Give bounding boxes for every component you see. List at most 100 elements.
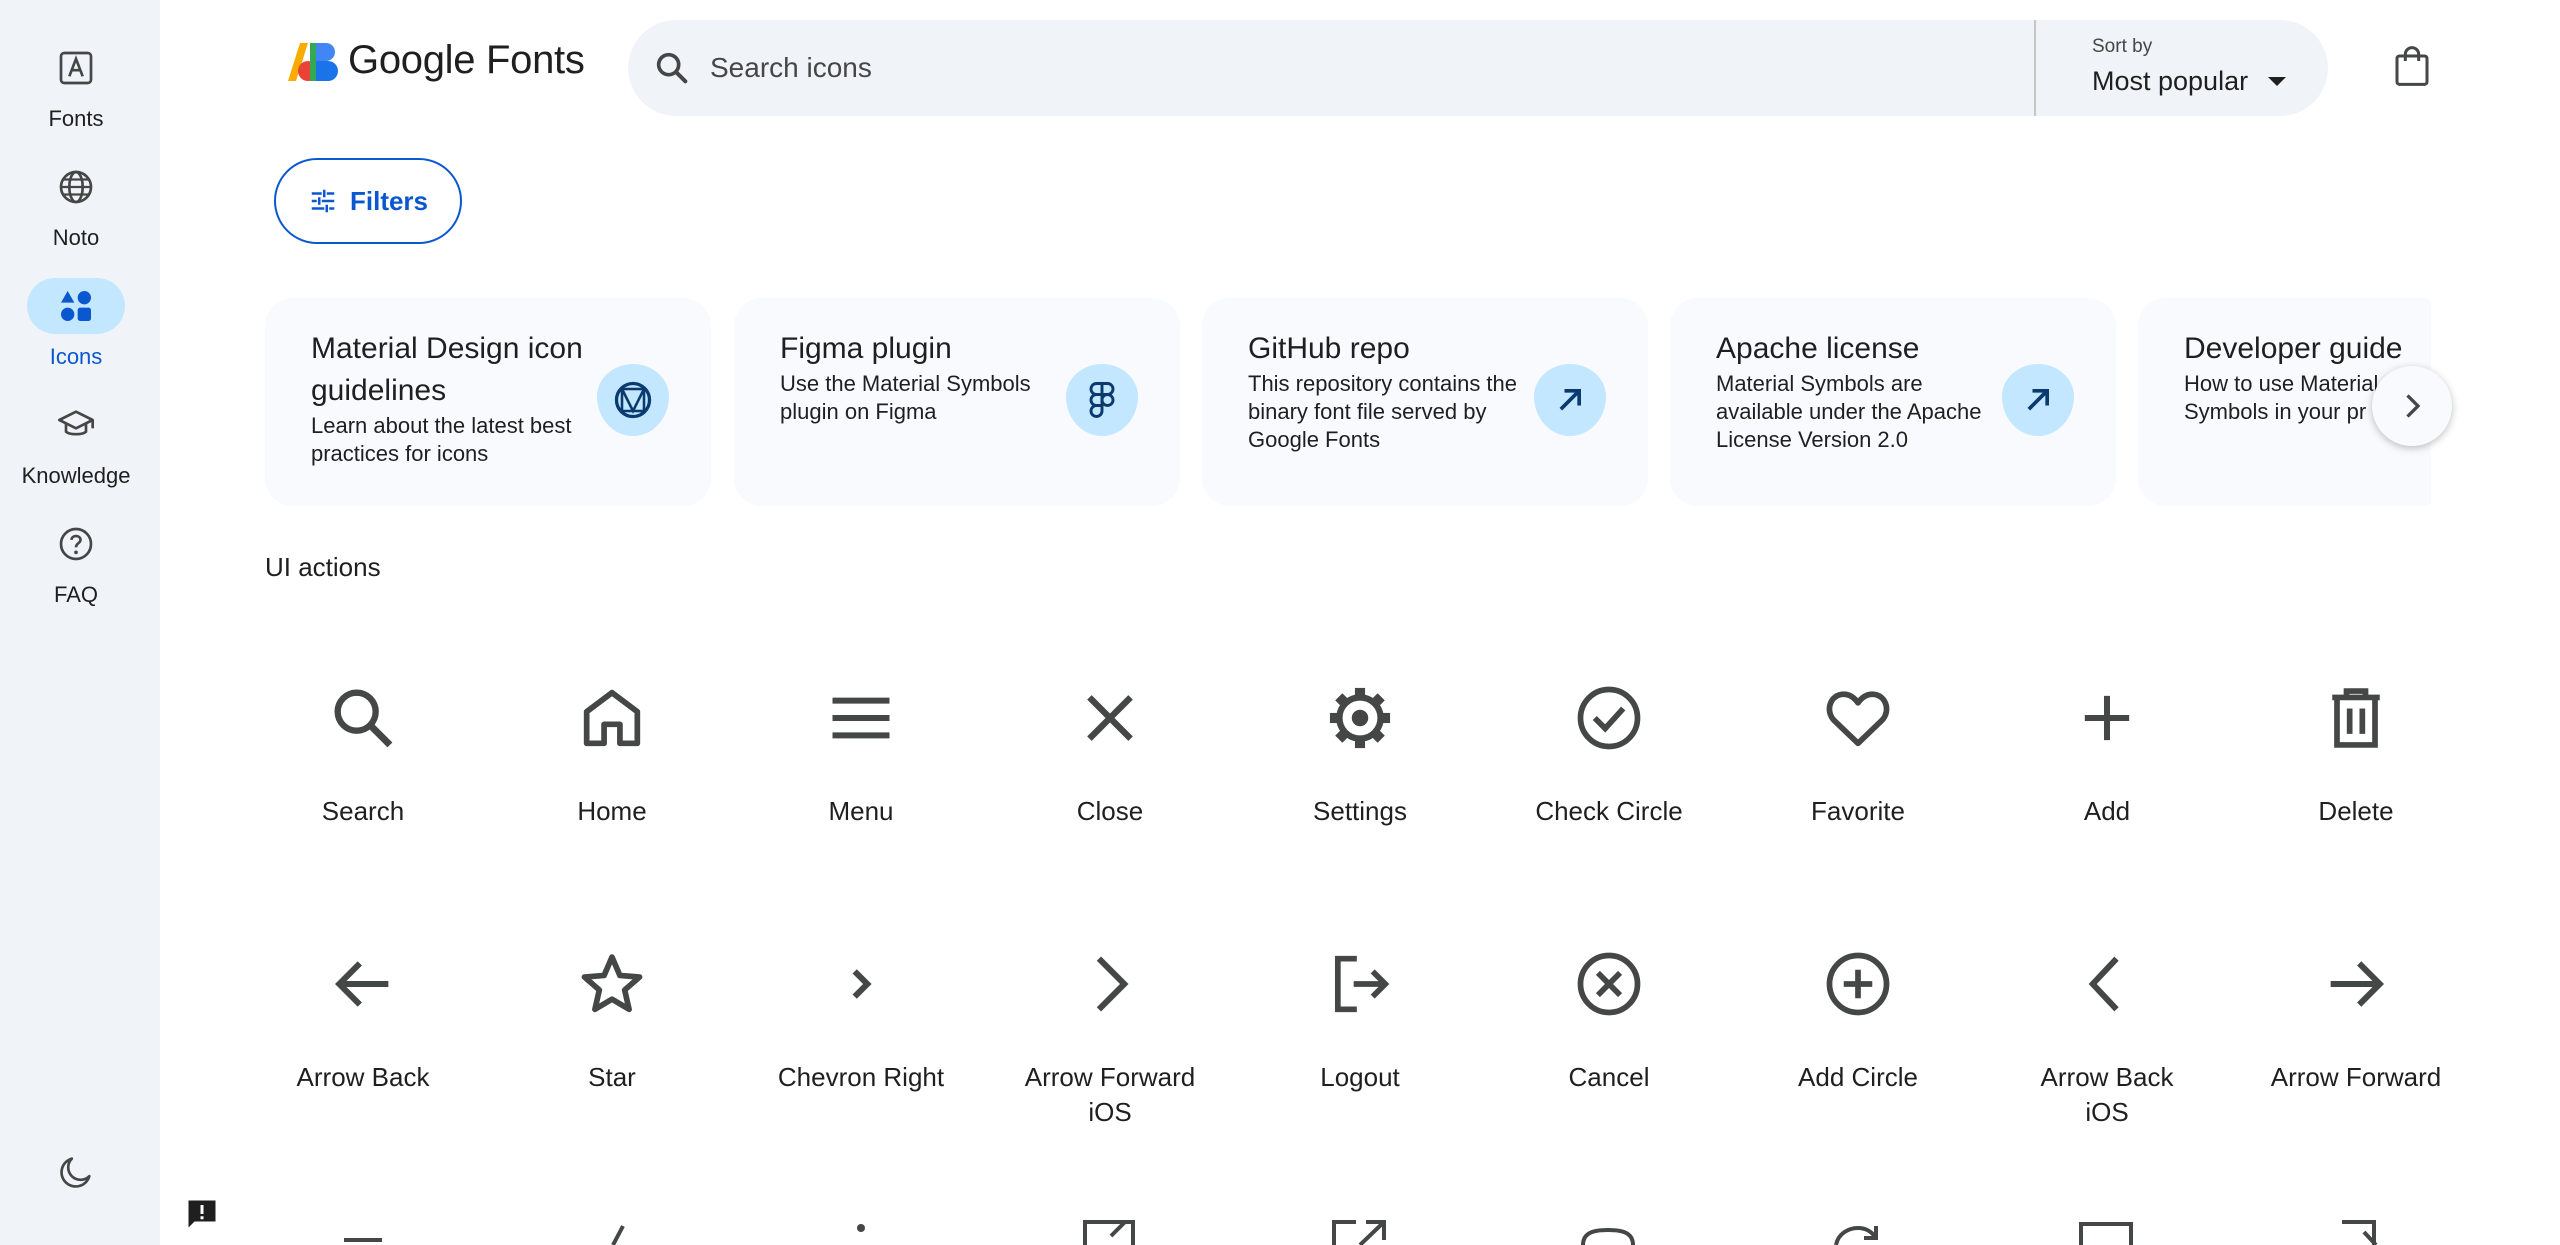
icon-tile-star[interactable]: Star [502,946,722,1095]
icon-tile-search[interactable]: Search [253,680,473,829]
favorite-icon [1826,691,1890,747]
sidebar-item-label: Icons [49,344,103,369]
card-description: This repository contains the binary font… [1248,371,1518,452]
dark-mode-toggle[interactable] [52,1148,100,1196]
chevron-right-icon [852,969,872,999]
dropdown-arrow-icon [2268,77,2287,86]
icon-tile-add-circle[interactable]: Add Circle [1748,946,1968,1095]
figma-icon [1066,364,1138,436]
partial-icon [857,1224,865,1232]
sort-value: Most popular [2092,66,2249,96]
icon-tile-arrow-back-ios[interactable]: Arrow Back iOS [1997,946,2217,1130]
filters-button[interactable]: Filters [274,158,462,244]
card-title: Material Design icon guidelines [311,332,583,407]
card-description: Material Symbols are available under the… [1716,371,1982,452]
sidebar-item-icons[interactable]: Icons [0,278,152,370]
icon-label: Settings [1313,796,1407,826]
icon-label: Close [1076,796,1144,826]
sidebar-item-faq[interactable]: FAQ [0,516,152,608]
settings-icon [1329,687,1391,749]
sidebar-item-label: Fonts [48,106,104,131]
icon-label: Delete [2318,796,2394,826]
icon-tile-arrow-forward-ios[interactable]: Arrow Forward iOS [1000,946,1220,1130]
close-icon [1087,695,1133,741]
nav-icon-pill [27,278,125,334]
nav-icon-pill [27,397,125,453]
sidebar-item-label: FAQ [53,582,98,607]
sort-value-row: Most popular [2092,66,2287,97]
shopping-bag-icon[interactable] [2392,44,2432,88]
card-title: Developer guide [2184,332,2403,365]
arrow-back-ios-icon [2088,956,2119,1012]
search-input[interactable] [710,40,1810,96]
icon-tile-arrow-forward[interactable]: Arrow Forward [2246,946,2466,1095]
icon-label: Cancel [1568,1062,1650,1092]
icon-tile-chevron-right[interactable]: Chevron Right [751,946,971,1095]
icon-label: Arrow Forward [2270,1062,2442,1092]
logo-text: Google Fonts [348,38,585,82]
icon-tile-delete[interactable]: Delete [2246,680,2466,829]
icon-tile-arrow-back[interactable]: Arrow Back [253,946,473,1095]
card-github[interactable]: GitHub repo This repository contains the… [1202,298,1648,506]
icon-tile-settings[interactable]: Settings [1250,680,1470,829]
arrow-outward-icon [2002,364,2074,436]
icon-tile-add[interactable]: Add [1997,680,2217,829]
material-logo-icon [597,364,669,436]
cancel-icon [1577,952,1641,1016]
icon-tile-check-circle[interactable]: Check Circle [1499,680,1719,829]
icon-label: Arrow Back [296,1062,430,1092]
divider [2034,20,2036,116]
icon-label: Home [577,796,647,826]
feedback-icon[interactable] [184,1196,220,1232]
check-circle-icon [1577,686,1641,750]
partial-icon [1834,1225,1878,1245]
arrow-outward-icon [1534,364,1606,436]
home-icon [583,689,641,747]
google-fonts-logo[interactable]: Google Fonts [286,38,585,83]
icon-tile-favorite[interactable]: Favorite [1748,680,1968,829]
icon-label: Search [321,796,405,826]
nav-icon-pill [27,40,125,96]
icon-tile-home[interactable]: Home [502,680,722,829]
carousel-next-button[interactable] [2372,366,2452,446]
card-guidelines[interactable]: Material Design icon guidelines Learn ab… [265,298,711,506]
nav-icon-pill [27,159,125,215]
partial-icon [1083,1220,1135,1245]
icon-tile-logout[interactable]: Logout [1250,946,1470,1095]
google-fonts-logo-icon [286,39,338,83]
card-figma[interactable]: Figma plugin Use the Material Symbols pl… [734,298,1180,506]
sort-dropdown[interactable]: Sort by Most popular [2092,36,2287,97]
icon-tile-cancel[interactable]: Cancel [1499,946,1719,1095]
card-apache-license[interactable]: Apache license Material Symbols are avai… [1670,298,2116,506]
star-icon [581,954,643,1013]
card-title: Figma plugin [780,332,952,365]
partial-icon [611,1225,625,1245]
moon-icon [60,1157,91,1188]
icon-label: Check Circle [1535,796,1683,826]
sidebar: Fonts Noto Icons Knowledge FAQ [0,0,160,1245]
add-circle-icon [1826,952,1890,1016]
partial-icon [2079,1222,2133,1245]
sidebar-item-knowledge[interactable]: Knowledge [0,397,152,489]
add-icon [2084,695,2130,741]
icon-tile-close[interactable]: Close [1000,680,1220,829]
icon-label: Arrow Forward iOS [1024,1062,1196,1127]
card-description: Use the Material Symbols plugin on Figma [780,371,1031,424]
icon-tile-menu[interactable]: Menu [751,680,971,829]
icon-label: Favorite [1811,796,1905,826]
menu-icon [832,697,890,739]
search-bar: Sort by Most popular [628,20,2328,116]
resource-carousel: Material Design icon guidelines Learn ab… [265,298,2431,508]
font-icon [59,51,93,85]
sort-caption: Sort by [2092,36,2153,57]
chevron-right-icon [2406,394,2421,418]
partial-icon [1581,1227,1635,1245]
icon-label: Star [588,1062,636,1092]
search-icon [334,689,393,748]
logout-icon [1334,955,1390,1013]
sidebar-item-fonts[interactable]: Fonts [0,40,152,132]
arrow-forward-icon [2330,961,2385,1007]
figma-svg [1089,382,1115,418]
sidebar-item-noto[interactable]: Noto [0,159,152,251]
arrow-outward-svg [2027,389,2049,411]
